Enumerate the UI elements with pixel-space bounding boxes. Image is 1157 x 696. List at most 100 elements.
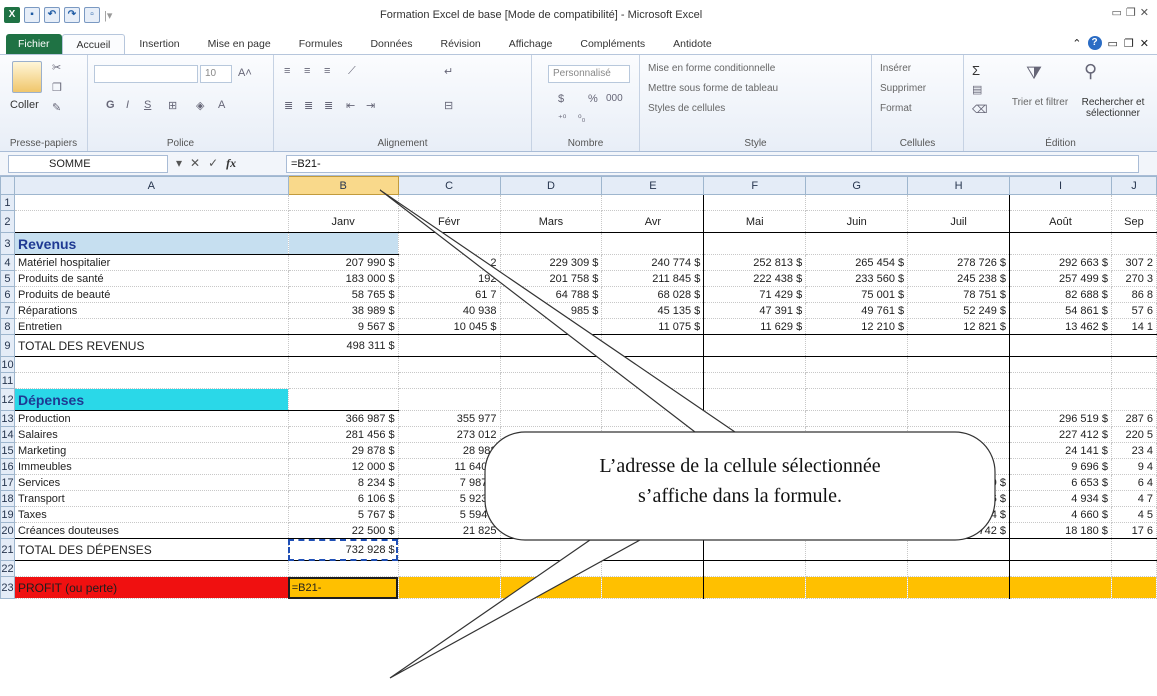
- redo-icon[interactable]: ↷: [64, 7, 80, 23]
- thousands-button[interactable]: 000: [606, 93, 623, 104]
- cell[interactable]: [601, 560, 705, 577]
- cell[interactable]: [703, 388, 807, 411]
- value-cell[interactable]: 24 141 $: [1009, 442, 1112, 459]
- row-label[interactable]: Marketing: [14, 442, 289, 459]
- value-cell[interactable]: 17 6: [1111, 522, 1157, 539]
- cell[interactable]: [14, 372, 289, 389]
- row-header[interactable]: 8: [0, 318, 15, 335]
- print-preview-icon[interactable]: ▫: [84, 7, 100, 23]
- fill-icon[interactable]: ▤: [972, 83, 982, 96]
- value-cell[interactable]: 9 567 $: [288, 318, 399, 335]
- paste-button[interactable]: Coller: [10, 99, 39, 111]
- name-box[interactable]: SOMME: [8, 155, 168, 173]
- row-header[interactable]: 15: [0, 442, 15, 459]
- cell[interactable]: [1111, 576, 1157, 599]
- row-label[interactable]: Transport: [14, 490, 289, 507]
- value-cell[interactable]: 28 982: [398, 442, 501, 459]
- month-header[interactable]: Févr: [398, 210, 501, 233]
- tab-donnees[interactable]: Données: [356, 34, 426, 54]
- column-header[interactable]: B: [287, 176, 399, 195]
- row-header[interactable]: 6: [0, 286, 15, 303]
- row-label[interactable]: Créances douteuses: [14, 522, 289, 539]
- cut-icon[interactable]: ✂: [52, 61, 61, 74]
- cell[interactable]: [1009, 372, 1112, 389]
- row-label[interactable]: Salaires: [14, 426, 289, 443]
- cell[interactable]: [1009, 334, 1112, 357]
- cell[interactable]: [1111, 194, 1157, 211]
- number-format-combo[interactable]: Personnalisé: [548, 65, 630, 83]
- cell-styles-button[interactable]: Styles de cellules: [648, 103, 725, 114]
- value-cell[interactable]: 18 180 $: [1009, 522, 1112, 539]
- enter-icon[interactable]: ✓: [208, 156, 218, 171]
- cell[interactable]: [601, 194, 705, 211]
- value-cell[interactable]: [703, 426, 807, 443]
- row-header[interactable]: 23: [0, 576, 15, 599]
- find-icon[interactable]: ⚲: [1084, 61, 1097, 82]
- cell[interactable]: [288, 232, 399, 255]
- font-size-combo[interactable]: 10: [200, 65, 232, 83]
- value-cell[interactable]: 207 990 $: [288, 254, 399, 271]
- undo-icon[interactable]: ↶: [44, 7, 60, 23]
- row-label[interactable]: Immeubles: [14, 458, 289, 475]
- row-header[interactable]: 5: [0, 270, 15, 287]
- cell[interactable]: [398, 194, 501, 211]
- total-revenus-label[interactable]: TOTAL DES REVENUS: [14, 334, 289, 357]
- cell[interactable]: [288, 372, 399, 389]
- value-cell[interactable]: [907, 410, 1011, 427]
- cell[interactable]: [703, 560, 807, 577]
- cell[interactable]: [805, 232, 909, 255]
- cell[interactable]: [1111, 372, 1157, 389]
- value-cell[interactable]: 4 7: [1111, 490, 1157, 507]
- value-cell[interactable]: 5 594 $: [398, 506, 501, 523]
- cell[interactable]: [500, 356, 603, 373]
- value-cell[interactable]: 14 1: [1111, 318, 1157, 335]
- decrease-decimal-icon[interactable]: ⁰₀: [578, 113, 585, 124]
- align-bottom-icon[interactable]: ≡: [324, 65, 330, 77]
- underline-button[interactable]: S: [144, 99, 151, 111]
- close-icon[interactable]: ✕: [1140, 6, 1149, 19]
- value-cell[interactable]: 45 135 $: [601, 302, 705, 319]
- value-cell[interactable]: 68 028 $: [601, 286, 705, 303]
- month-header[interactable]: Mai: [703, 210, 807, 233]
- cell[interactable]: [1111, 356, 1157, 373]
- value-cell[interactable]: 18 742 $: [907, 522, 1011, 539]
- row-header[interactable]: 2: [0, 210, 15, 233]
- month-header[interactable]: Juin: [805, 210, 909, 233]
- value-cell[interactable]: 8 234 $: [288, 474, 399, 491]
- tab-fichier[interactable]: Fichier: [6, 34, 62, 54]
- value-cell[interactable]: 192: [398, 270, 501, 287]
- cell[interactable]: [805, 388, 909, 411]
- value-cell[interactable]: 21 825: [398, 522, 501, 539]
- value-cell[interactable]: 21 170 $: [500, 522, 603, 539]
- cell[interactable]: [500, 560, 603, 577]
- row-header[interactable]: 12: [0, 388, 15, 411]
- value-cell[interactable]: 10 045 $: [398, 318, 501, 335]
- cell[interactable]: [907, 372, 1011, 389]
- tab-formules[interactable]: Formules: [285, 34, 357, 54]
- row-header[interactable]: 19: [0, 506, 15, 523]
- value-cell[interactable]: 2: [398, 254, 501, 271]
- cell[interactable]: [1111, 334, 1157, 357]
- cell[interactable]: [703, 576, 807, 599]
- value-cell[interactable]: 71 429 $: [703, 286, 807, 303]
- column-header[interactable]: F: [703, 176, 807, 195]
- cancel-icon[interactable]: ✕: [190, 156, 200, 171]
- cell[interactable]: [805, 334, 909, 357]
- font-color-icon[interactable]: A: [218, 99, 225, 111]
- value-cell[interactable]: 287 6: [1111, 410, 1157, 427]
- value-cell[interactable]: 233 560 $: [805, 270, 909, 287]
- row-header[interactable]: 10: [0, 356, 15, 373]
- row-header[interactable]: 16: [0, 458, 15, 475]
- row-header[interactable]: 9: [0, 334, 15, 357]
- tab-mise-en-page[interactable]: Mise en page: [194, 34, 285, 54]
- cell[interactable]: [1111, 538, 1157, 561]
- cell[interactable]: [805, 560, 909, 577]
- row-label[interactable]: Entretien: [14, 318, 289, 335]
- value-cell[interactable]: 9 4: [1111, 458, 1157, 475]
- restore-icon[interactable]: ❐: [1126, 6, 1136, 19]
- column-header[interactable]: A: [13, 176, 289, 195]
- sort-filter-button[interactable]: Trier et filtrer: [1010, 97, 1070, 108]
- value-cell[interactable]: 245 238 $: [907, 270, 1011, 287]
- value-cell[interactable]: 12 000 $: [288, 458, 399, 475]
- section-title-depenses[interactable]: Dépenses: [14, 388, 289, 411]
